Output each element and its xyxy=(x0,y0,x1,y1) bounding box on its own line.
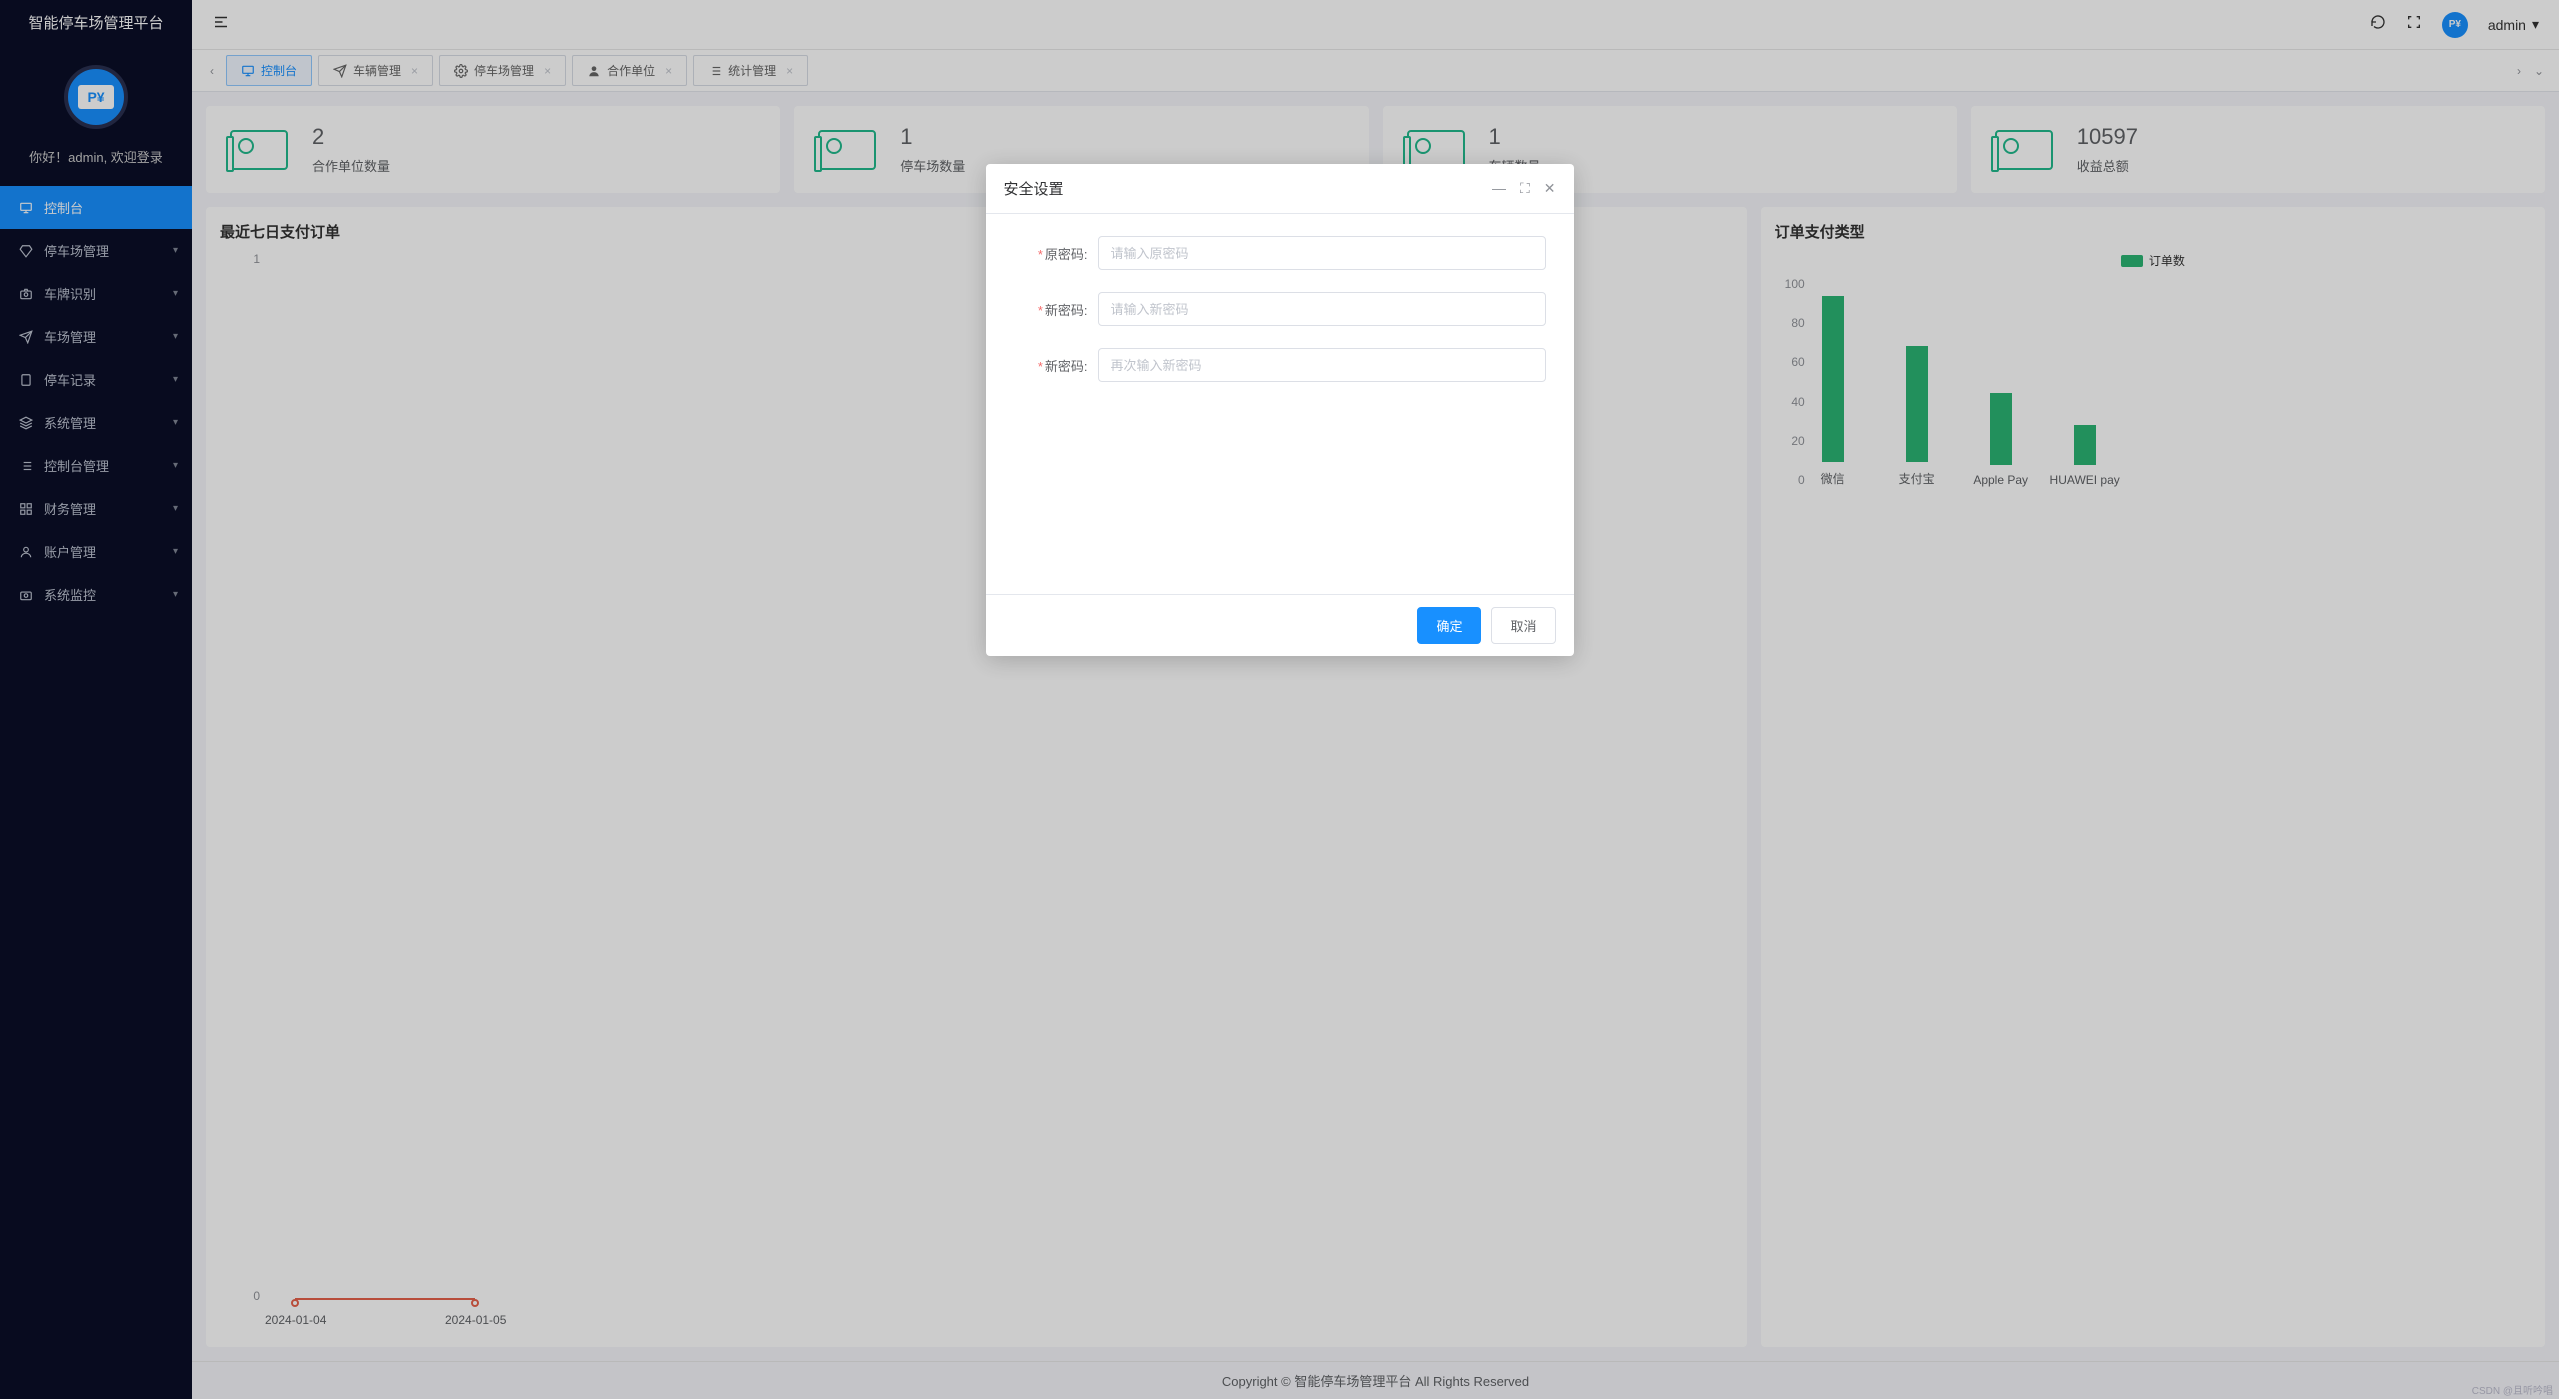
form-label: *新密码: xyxy=(1014,356,1098,375)
form-label: *新密码: xyxy=(1014,300,1098,319)
security-settings-modal: 安全设置 — ⛶ ✕ *原密码: *新密码: *新密码: 确定 取消 xyxy=(986,164,1574,656)
modal-header: 安全设置 — ⛶ ✕ xyxy=(986,164,1574,214)
form-label: *原密码: xyxy=(1014,244,1098,263)
form-row-2: *新密码: xyxy=(1014,348,1546,382)
cancel-button[interactable]: 取消 xyxy=(1491,607,1555,644)
password-input-1[interactable] xyxy=(1098,292,1546,326)
confirm-button[interactable]: 确定 xyxy=(1417,607,1481,644)
modal-title: 安全设置 xyxy=(1004,178,1064,199)
password-input-2[interactable] xyxy=(1098,348,1546,382)
modal-maximize-icon[interactable]: ⛶ xyxy=(1520,180,1530,197)
watermark: CSDN @且听吟唱 xyxy=(2472,1382,2553,1397)
password-input-0[interactable] xyxy=(1098,236,1546,270)
modal-body: *原密码: *新密码: *新密码: xyxy=(986,214,1574,594)
modal-close-icon[interactable]: ✕ xyxy=(1544,180,1556,197)
modal-minimize-icon[interactable]: — xyxy=(1492,180,1506,197)
form-row-0: *原密码: xyxy=(1014,236,1546,270)
form-row-1: *新密码: xyxy=(1014,292,1546,326)
modal-footer: 确定 取消 xyxy=(986,594,1574,656)
